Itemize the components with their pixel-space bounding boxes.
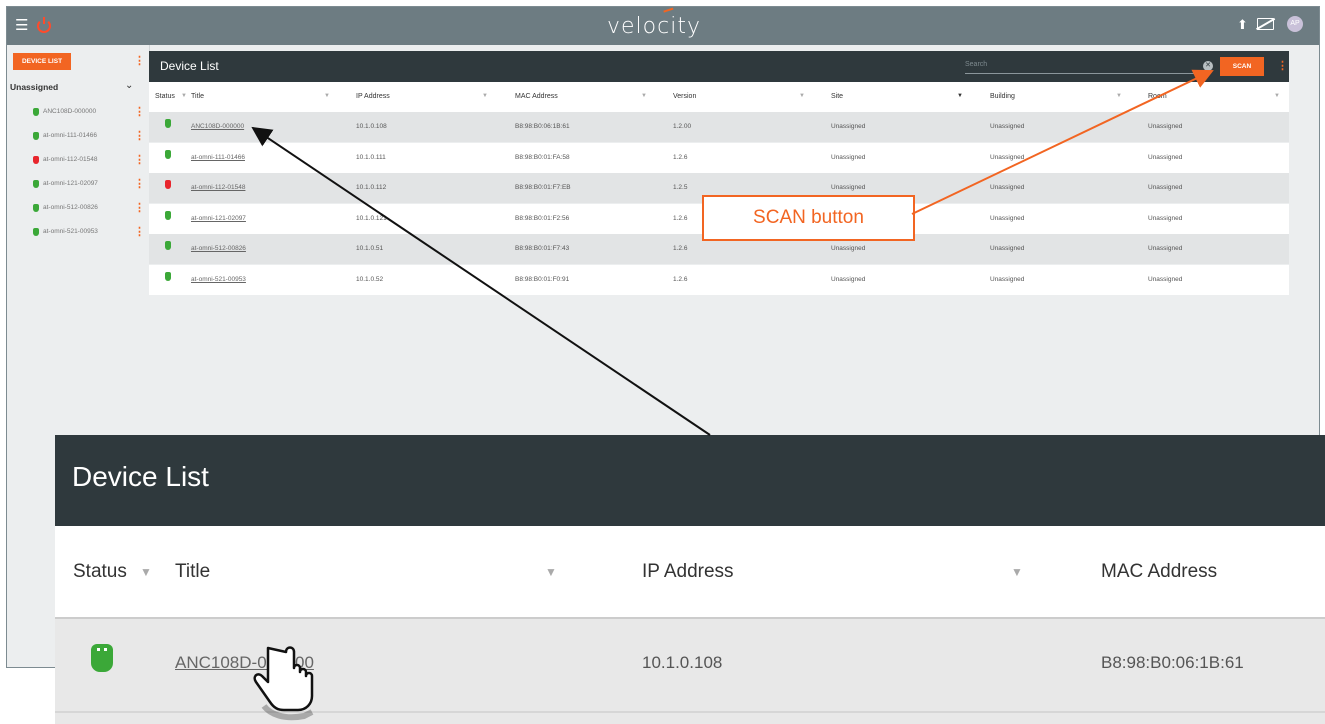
callout-arrow xyxy=(911,69,1214,215)
annotation-overlay xyxy=(251,69,1214,721)
hand-cursor-icon xyxy=(253,646,314,721)
annotation-arrow xyxy=(251,126,711,436)
